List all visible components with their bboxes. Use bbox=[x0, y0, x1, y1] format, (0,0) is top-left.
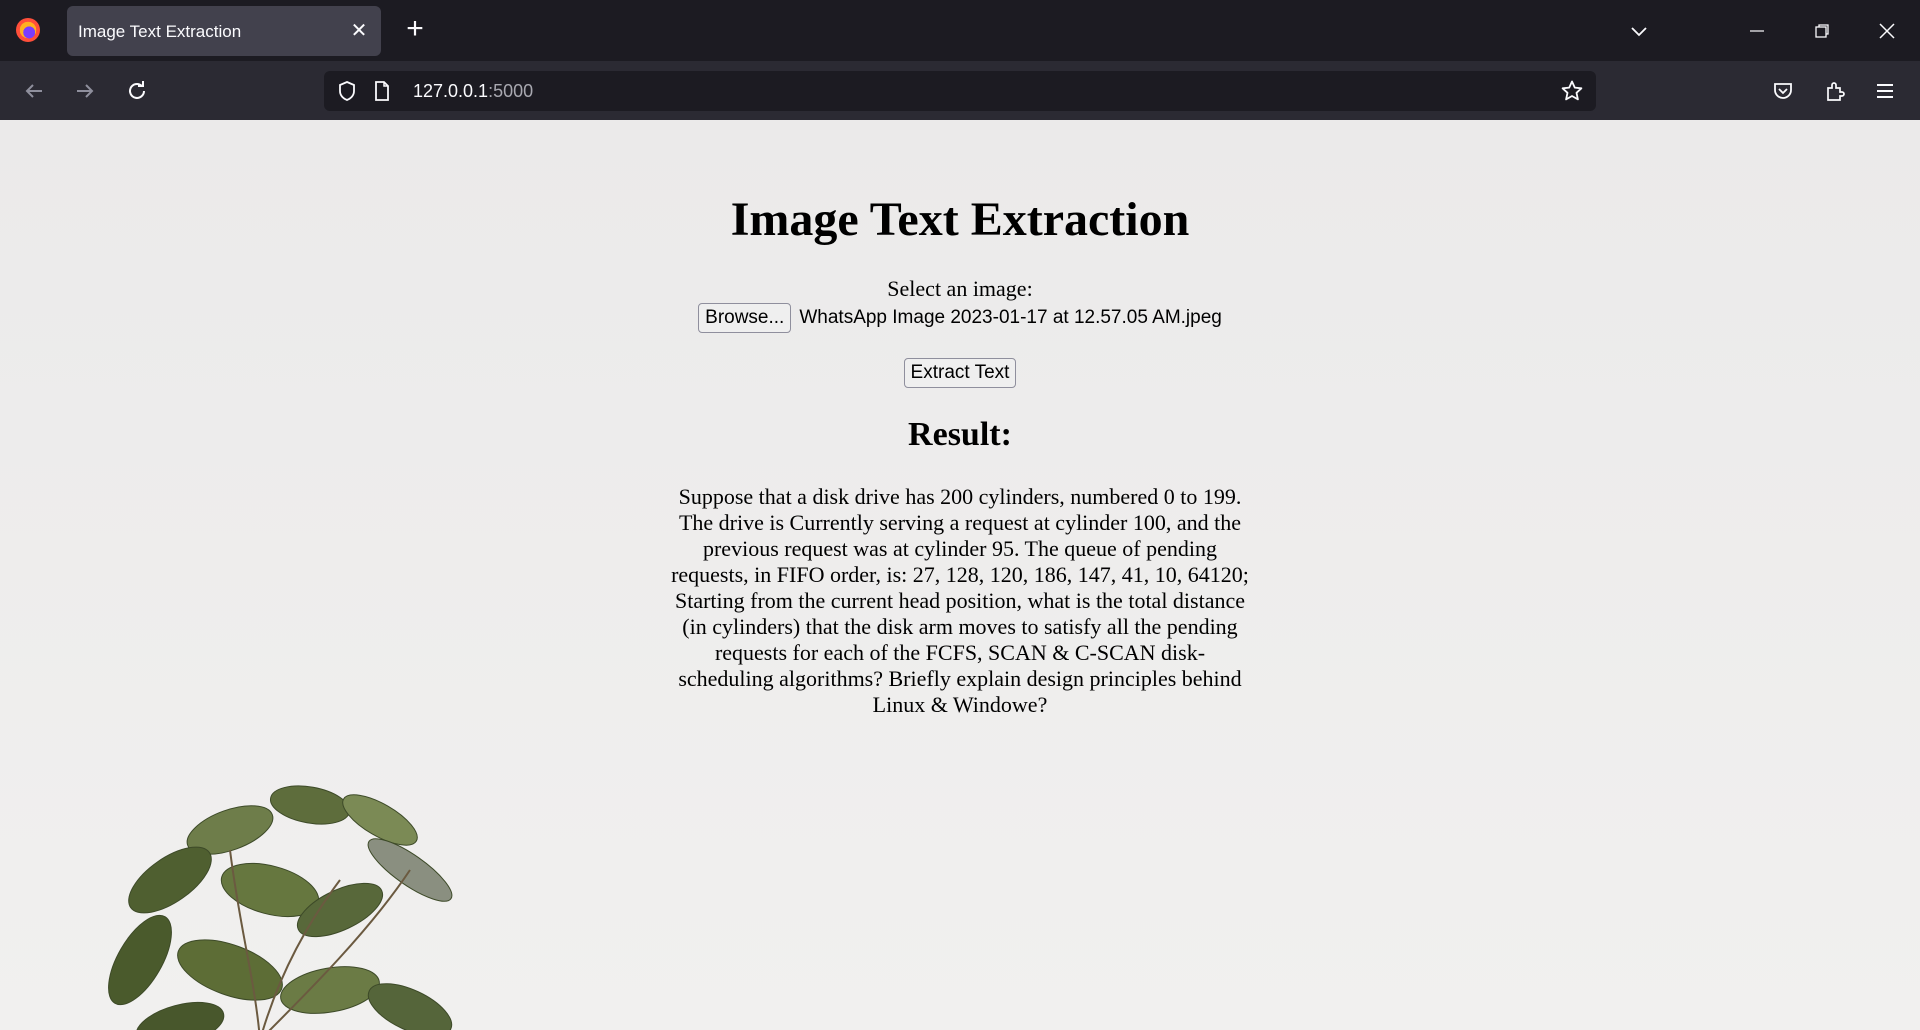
plus-icon[interactable]: + bbox=[400, 14, 430, 45]
extract-row: Extract Text bbox=[0, 358, 1920, 388]
pocket-icon[interactable] bbox=[1768, 76, 1798, 106]
puzzle-icon[interactable] bbox=[1820, 76, 1850, 106]
arrow-left-icon[interactable] bbox=[19, 76, 49, 106]
tab-bar: Image Text Extraction ✕ + bbox=[0, 0, 1920, 61]
firefox-logo-icon[interactable] bbox=[16, 18, 40, 42]
close-window-icon[interactable] bbox=[1872, 16, 1902, 46]
result-heading: Result: bbox=[908, 416, 1012, 453]
selected-file-name: WhatsApp Image 2023-01-17 at 12.57.05 AM… bbox=[799, 307, 1222, 328]
select-image-label: Select an image: bbox=[887, 276, 1033, 301]
arrow-right-icon[interactable] bbox=[70, 76, 100, 106]
page-title: Image Text Extraction bbox=[730, 193, 1190, 246]
result-text: Suppose that a disk drive has 200 cylind… bbox=[671, 484, 1249, 717]
url-text[interactable]: 127.0.0.1:5000 bbox=[413, 81, 533, 102]
browse-button[interactable]: Browse... bbox=[698, 303, 792, 333]
url-host: 127.0.0.1 bbox=[413, 81, 489, 101]
chevron-down-icon[interactable] bbox=[1624, 16, 1654, 46]
minimize-icon[interactable] bbox=[1742, 16, 1772, 46]
star-icon[interactable] bbox=[1557, 76, 1587, 106]
page-viewport: Image Text Extraction Select an image: B… bbox=[0, 120, 1920, 1030]
file-input[interactable]: Browse... WhatsApp Image 2023-01-17 at 1… bbox=[0, 303, 1920, 333]
close-icon[interactable]: ✕ bbox=[347, 19, 371, 43]
plant-image bbox=[108, 785, 453, 1030]
address-bar[interactable]: 127.0.0.1:5000 bbox=[324, 71, 1596, 111]
extract-text-button[interactable]: Extract Text bbox=[903, 358, 1017, 388]
navigation-toolbar: 127.0.0.1:5000 bbox=[0, 61, 1920, 121]
active-tab[interactable]: Image Text Extraction ✕ bbox=[67, 6, 381, 56]
shield-icon[interactable] bbox=[332, 76, 362, 106]
page-icon bbox=[367, 76, 397, 106]
reload-icon[interactable] bbox=[122, 76, 152, 106]
hamburger-icon[interactable] bbox=[1870, 76, 1900, 106]
restore-icon[interactable] bbox=[1807, 16, 1837, 46]
url-port: :5000 bbox=[488, 81, 534, 101]
tab-title: Image Text Extraction bbox=[78, 22, 242, 41]
